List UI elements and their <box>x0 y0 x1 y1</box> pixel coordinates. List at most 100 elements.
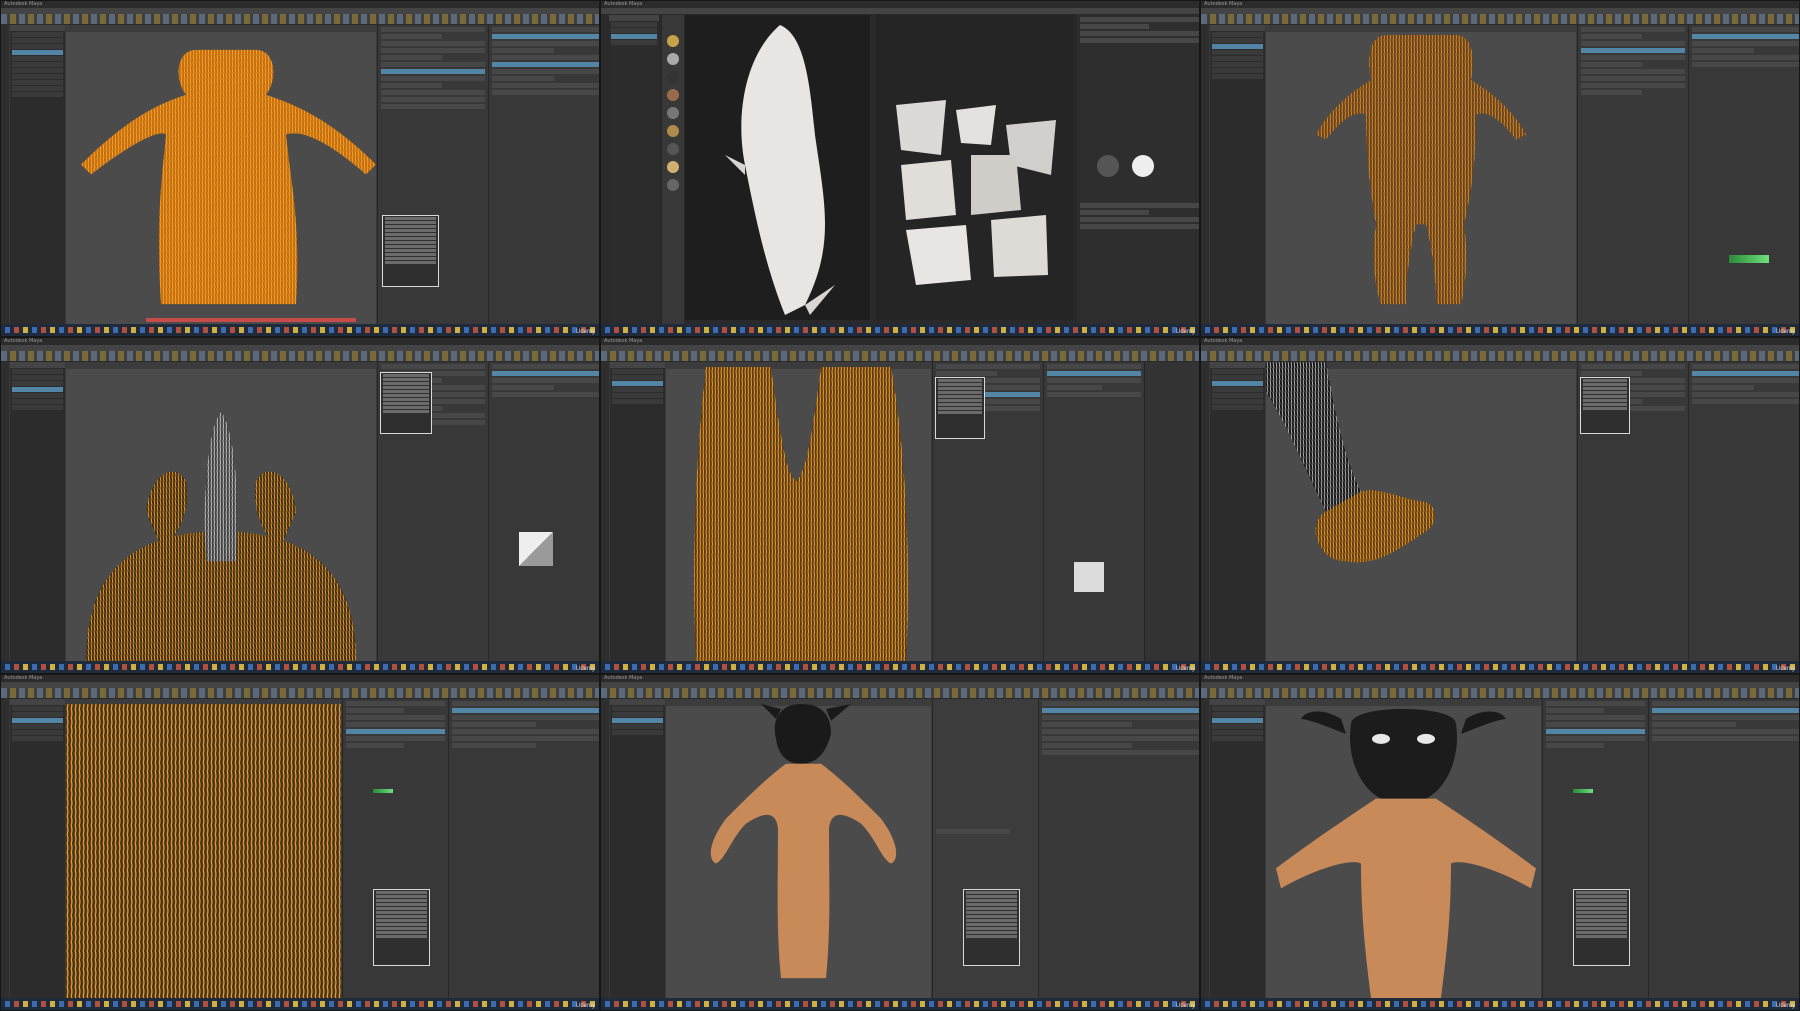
side-panel[interactable] <box>1144 362 1199 661</box>
window-title: Autodesk Maya <box>1201 338 1799 345</box>
shelf-toolbar[interactable] <box>1 14 599 25</box>
outliner-panel[interactable] <box>610 362 665 661</box>
shelf-toolbar[interactable] <box>1201 351 1799 362</box>
shelf-toolbar[interactable] <box>601 688 1199 699</box>
udemy-logo: Udemy <box>575 329 595 335</box>
popup-list[interactable] <box>935 377 985 439</box>
shelf-toolbar[interactable] <box>1201 14 1799 25</box>
popup-list[interactable] <box>963 889 1020 966</box>
toolbox[interactable] <box>601 362 609 661</box>
udemy-logo: Udemy <box>1775 329 1795 335</box>
window-title: Autodesk Maya <box>1 675 599 682</box>
window-title: Autodesk Maya <box>601 675 1199 682</box>
color-ramp[interactable] <box>1729 255 1769 263</box>
popup-list[interactable] <box>1573 889 1630 966</box>
outliner-panel[interactable] <box>1210 699 1265 998</box>
taskbar[interactable] <box>1 324 599 336</box>
viewport[interactable] <box>666 699 931 998</box>
udemy-logo: Udemy <box>1775 1003 1795 1009</box>
render-view-panel[interactable] <box>932 699 1038 998</box>
white-model-view <box>725 25 835 315</box>
tile-fur-body-front: Autodesk Maya Udemy <box>1200 0 1800 337</box>
toolbox[interactable] <box>1 699 9 998</box>
timeline-highlight <box>146 318 356 322</box>
udemy-logo: Udemy <box>575 1003 595 1009</box>
viewport[interactable] <box>66 699 341 998</box>
xgen-editor[interactable] <box>1043 362 1144 661</box>
uv-islands <box>896 100 1056 285</box>
taskbar[interactable] <box>1 661 599 673</box>
attribute-editor[interactable] <box>1577 362 1688 661</box>
shelf-toolbar[interactable] <box>1201 688 1799 699</box>
toolbox[interactable] <box>1 25 9 324</box>
fur-legs-view <box>694 366 908 661</box>
menu-bar[interactable] <box>601 8 1199 14</box>
uv-viewport[interactable] <box>876 15 1074 320</box>
toolbox[interactable] <box>1201 699 1209 998</box>
xgen-editor[interactable] <box>488 362 599 661</box>
color-ramp[interactable] <box>1573 789 1593 793</box>
window-title: Autodesk Maya <box>1 1 599 8</box>
popup-list[interactable] <box>380 372 432 434</box>
viewport[interactable] <box>1266 699 1541 998</box>
attribute-editor[interactable] <box>342 699 448 998</box>
viewport[interactable] <box>1266 25 1576 324</box>
popup-list[interactable] <box>1580 377 1630 434</box>
toolbox[interactable] <box>1 362 9 661</box>
udemy-logo: Udemy <box>1175 329 1195 335</box>
taskbar[interactable] <box>601 324 1199 336</box>
udemy-logo: Udemy <box>1775 666 1795 672</box>
taskbar[interactable] <box>1201 324 1799 336</box>
viewport[interactable] <box>66 25 376 324</box>
taskbar[interactable] <box>1201 998 1799 1010</box>
xgen-editor[interactable] <box>1648 699 1799 998</box>
shelf-toolbar[interactable] <box>1 688 599 699</box>
preview-swatch[interactable] <box>1074 562 1104 592</box>
attribute-editor[interactable] <box>932 362 1043 661</box>
taskbar[interactable] <box>601 661 1199 673</box>
outliner-panel[interactable] <box>10 362 65 661</box>
popup-list[interactable] <box>373 889 430 966</box>
3d-viewport[interactable] <box>685 15 870 320</box>
attribute-editor[interactable] <box>377 25 488 324</box>
video-thumbnail-grid: Autodesk Maya Udemy Autodesk Maya Udemy … <box>0 0 1800 1011</box>
rendered-character-upper <box>1276 708 1536 998</box>
taskbar[interactable] <box>1201 661 1799 673</box>
taskbar[interactable] <box>601 998 1199 1010</box>
fur-character-back-view <box>81 49 376 305</box>
shelf-toolbar[interactable] <box>1 351 599 362</box>
xgen-editor[interactable] <box>448 699 599 998</box>
fur-hand-view <box>1266 362 1436 563</box>
shelf-toolbar[interactable] <box>601 351 1199 362</box>
outliner-panel[interactable] <box>10 699 65 998</box>
toolbox[interactable] <box>601 699 609 998</box>
attribute-editor[interactable] <box>377 362 488 661</box>
viewport[interactable] <box>666 362 931 661</box>
xgen-editor[interactable] <box>1038 699 1199 998</box>
window-title: Autodesk Maya <box>1 338 599 345</box>
attribute-editor[interactable] <box>1577 25 1688 324</box>
tile-fur-back-closeup: Autodesk Maya Udemy <box>0 674 600 1011</box>
xgen-editor[interactable] <box>1688 25 1799 324</box>
fur-back-closeup-view <box>66 703 341 998</box>
popup-list[interactable] <box>382 215 439 287</box>
toolbox[interactable] <box>1201 25 1209 324</box>
tile-fur-head-ears: Autodesk Maya Udemy <box>0 337 600 674</box>
xgen-editor[interactable] <box>488 25 599 324</box>
outliner-panel[interactable] <box>1210 25 1265 324</box>
viewport[interactable] <box>1266 362 1576 661</box>
viewport[interactable] <box>66 362 376 661</box>
outliner-panel[interactable] <box>10 25 65 324</box>
properties-panel[interactable] <box>1076 15 1199 324</box>
material-shelf[interactable] <box>661 15 684 324</box>
toolbox[interactable] <box>1201 362 1209 661</box>
outliner-panel[interactable] <box>610 699 665 998</box>
tile-render-full-body: Autodesk Maya Udemy <box>600 674 1200 1011</box>
taskbar[interactable] <box>1 998 599 1010</box>
attribute-editor[interactable] <box>1542 699 1648 998</box>
xgen-editor[interactable] <box>1688 362 1799 661</box>
falloff-curve[interactable] <box>519 532 553 566</box>
layers-panel[interactable] <box>609 15 659 324</box>
outliner-panel[interactable] <box>1210 362 1265 661</box>
color-ramp[interactable] <box>373 789 393 793</box>
